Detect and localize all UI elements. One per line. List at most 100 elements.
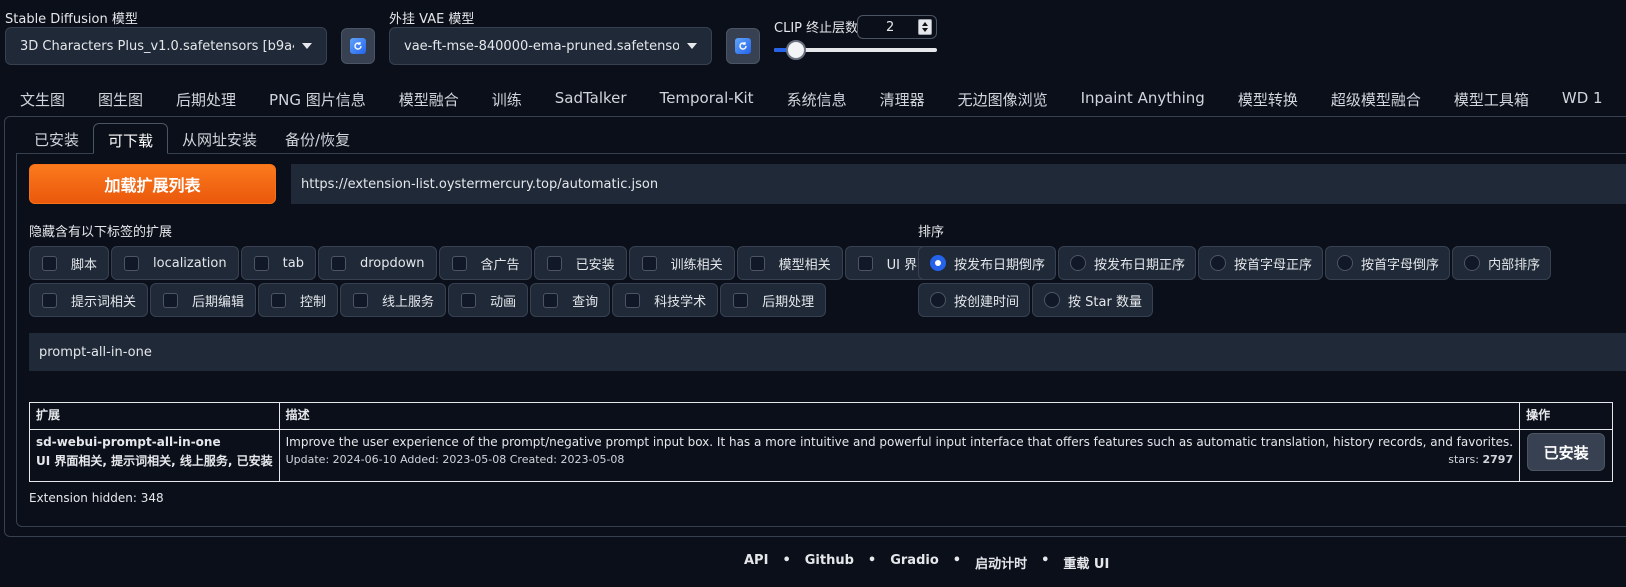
- hide-tag-installed[interactable]: 已安装: [533, 246, 627, 280]
- tab-temporal-kit[interactable]: Temporal-Kit: [660, 86, 754, 113]
- hide-tag-manipulations[interactable]: 控制: [258, 283, 339, 317]
- tab-model-merge[interactable]: 模型融合: [399, 86, 459, 113]
- radio-icon: [930, 292, 946, 308]
- sd-model-value: 3D Characters Plus_v1.0.safetensors [b9a…: [20, 38, 294, 54]
- hide-tag-training[interactable]: 训练相关: [628, 246, 735, 280]
- column-header-description: 描述: [278, 402, 1521, 430]
- extension-name-link[interactable]: sd-webui-prompt-all-in-one: [36, 435, 273, 449]
- hide-tag-script[interactable]: 脚本: [29, 246, 110, 280]
- sort-created[interactable]: 按创建时间: [918, 283, 1031, 317]
- tab-model-convert[interactable]: 模型转换: [1238, 86, 1298, 113]
- table-row: sd-webui-prompt-all-in-one UI 界面相关, 提示词相…: [29, 429, 1614, 482]
- checkbox-icon: [253, 255, 269, 271]
- checkbox-icon: [543, 292, 559, 308]
- hide-tag-animation[interactable]: 动画: [448, 283, 529, 317]
- tab-wd[interactable]: WD 1: [1562, 86, 1603, 113]
- sd-refresh-button[interactable]: [341, 28, 375, 64]
- refresh-icon: [735, 38, 751, 54]
- sort-internal[interactable]: 内部排序: [1452, 246, 1552, 280]
- hide-tag-prompting[interactable]: 提示词相关: [29, 283, 149, 317]
- sort-z-a[interactable]: 按首字母倒序: [1325, 246, 1451, 280]
- sort-stars[interactable]: 按 Star 数量: [1032, 283, 1153, 317]
- sort-row-1: 按发布日期倒序 按发布日期正序 按首字母正序 按首字母倒序 内部排序: [918, 246, 1552, 280]
- hide-tag-tab[interactable]: tab: [240, 246, 316, 280]
- checkbox-icon: [749, 255, 765, 271]
- extension-search-input[interactable]: prompt-all-in-one: [29, 333, 1626, 371]
- hide-tag-query[interactable]: 查询: [530, 283, 611, 317]
- load-extension-list-button[interactable]: 加载扩展列表: [29, 164, 276, 204]
- sort-a-z[interactable]: 按首字母正序: [1198, 246, 1324, 280]
- checkbox-icon: [451, 255, 467, 271]
- vae-model-label: 外挂 VAE 模型: [389, 12, 475, 27]
- sort-label: 排序: [918, 225, 945, 240]
- chevron-down-icon: [687, 43, 697, 49]
- extension-stars: stars: 2797: [1448, 453, 1514, 466]
- footer-startup-profile-link[interactable]: 启动计时: [975, 553, 1027, 572]
- hide-tag-models[interactable]: 模型相关: [736, 246, 843, 280]
- refresh-icon: [350, 38, 366, 54]
- footer-reload-ui-link[interactable]: 重载 UI: [1063, 553, 1109, 572]
- vae-model-dropdown[interactable]: vae-ft-mse-840000-ema-pruned.safetensors: [389, 27, 712, 65]
- footer-api-link[interactable]: API: [744, 553, 768, 572]
- clip-skip-value: 2: [886, 19, 895, 35]
- radio-icon: [1044, 292, 1061, 308]
- tab-infinite-browser[interactable]: 无边图像浏览: [958, 86, 1048, 113]
- checkbox-icon: [733, 292, 749, 308]
- clip-skip-slider-thumb[interactable]: [786, 40, 806, 60]
- hide-tag-postprocessing[interactable]: 后期处理: [720, 283, 827, 317]
- tab-inpaint-anything[interactable]: Inpaint Anything: [1081, 86, 1205, 113]
- tab-model-toolkit[interactable]: 模型工具箱: [1454, 86, 1529, 113]
- clip-skip-input[interactable]: 2: [857, 15, 937, 39]
- checkbox-icon: [546, 255, 562, 271]
- subtab-installed[interactable]: 已安装: [20, 123, 93, 154]
- tab-txt2img[interactable]: 文生图: [20, 86, 65, 113]
- tab-extras[interactable]: 后期处理: [176, 86, 236, 113]
- extension-tags: UI 界面相关, 提示词相关, 线上服务, 已安装: [36, 454, 273, 468]
- checkbox-icon: [625, 292, 641, 308]
- subtab-install-from-url[interactable]: 从网址安装: [168, 123, 271, 154]
- tab-super-merge[interactable]: 超级模型融合: [1331, 86, 1421, 113]
- checkbox-icon: [124, 255, 140, 271]
- footer-gradio-link[interactable]: Gradio: [890, 553, 939, 572]
- chevron-down-icon: [302, 43, 312, 49]
- checkbox-icon: [42, 255, 57, 271]
- footer-github-link[interactable]: Github: [805, 553, 854, 572]
- hide-tag-localization[interactable]: localization: [111, 246, 239, 280]
- main-tabs: 文生图 图生图 后期处理 PNG 图片信息 模型融合 训练 SadTalker …: [20, 86, 1626, 113]
- radio-icon: [1464, 255, 1481, 271]
- vae-model-value: vae-ft-mse-840000-ema-pruned.safetensors: [404, 38, 679, 54]
- installed-button[interactable]: 已安装: [1527, 433, 1606, 471]
- stepper-icon[interactable]: [918, 19, 932, 35]
- hide-tag-ads[interactable]: 含广告: [438, 246, 532, 280]
- radio-icon: [1337, 255, 1354, 271]
- subtab-backup-restore[interactable]: 备份/恢复: [271, 123, 364, 154]
- sd-model-label: Stable Diffusion 模型: [5, 12, 138, 27]
- tab-train[interactable]: 训练: [492, 86, 522, 113]
- tab-system-info[interactable]: 系统信息: [787, 86, 847, 113]
- hide-tag-science[interactable]: 科技学术: [612, 283, 719, 317]
- hide-tags-row-2: 提示词相关 后期编辑 控制 线上服务 动画 查询 科技学术 后期处理: [29, 283, 827, 317]
- hide-tag-dropdown[interactable]: dropdown: [317, 246, 437, 280]
- sd-model-dropdown[interactable]: 3D Characters Plus_v1.0.safetensors [b9a…: [5, 27, 327, 65]
- tab-png-info[interactable]: PNG 图片信息: [269, 86, 366, 113]
- hide-tag-editing[interactable]: 后期编辑: [150, 283, 257, 317]
- tab-sadtalker[interactable]: SadTalker: [555, 86, 627, 113]
- sort-newest-first[interactable]: 按发布日期倒序: [918, 246, 1057, 280]
- vae-refresh-button[interactable]: [726, 28, 760, 64]
- tab-img2img[interactable]: 图生图: [98, 86, 143, 113]
- radio-icon: [1070, 255, 1087, 271]
- radio-selected-icon: [930, 255, 946, 271]
- extensions-table: 扩展 描述 操作 sd-webui-prompt-all-in-one UI 界…: [29, 402, 1614, 482]
- subtab-available[interactable]: 可下载: [93, 123, 169, 154]
- checkbox-icon: [271, 292, 287, 308]
- clip-skip-label: CLIP 终止层数: [774, 21, 859, 36]
- radio-icon: [1210, 255, 1227, 271]
- action-cell: 已安装: [1519, 429, 1614, 482]
- extension-index-url-input[interactable]: https://extension-list.oystermercury.top…: [291, 164, 1626, 204]
- hide-tag-online[interactable]: 线上服务: [340, 283, 447, 317]
- checkbox-icon: [461, 292, 477, 308]
- hidden-count: Extension hidden: 348: [29, 491, 164, 505]
- tab-cleaner[interactable]: 清理器: [880, 86, 925, 113]
- sort-oldest-first[interactable]: 按发布日期正序: [1058, 246, 1197, 280]
- footer-links: API • Github • Gradio • 启动计时 • 重载 UI: [744, 553, 1110, 572]
